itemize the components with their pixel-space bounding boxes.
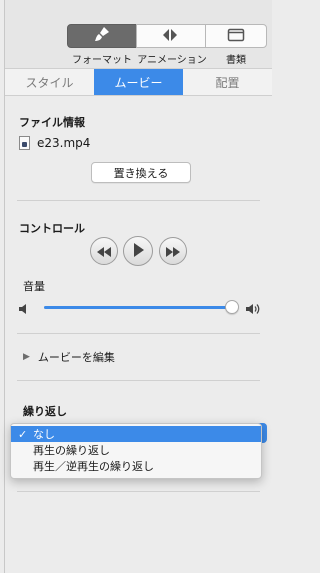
edit-movie-label: ムービーを編集 (37, 351, 115, 364)
paintbrush-icon (93, 26, 111, 46)
menu-item-back-and-forth[interactable]: 再生／逆再生の繰り返し (11, 458, 261, 474)
controls-title: コントロール (19, 222, 85, 235)
divider (17, 333, 260, 334)
document-button[interactable] (205, 24, 267, 48)
volume-slider-fill (44, 306, 233, 309)
menu-item-label: 再生／逆再生の繰り返し (33, 460, 154, 473)
format-label: フォーマット (72, 55, 132, 66)
replace-button[interactable]: 置き換える (91, 162, 191, 183)
document-icon (227, 27, 245, 46)
tab-movie[interactable]: ムービー (94, 69, 183, 95)
play-button[interactable] (123, 236, 153, 266)
fast-forward-button[interactable] (159, 237, 187, 265)
edit-movie-disclosure[interactable]: ▶ ムービーを編集 (23, 349, 115, 365)
play-icon (132, 242, 144, 261)
menu-item-label: 再生の繰り返し (33, 444, 110, 457)
rewind-icon (97, 242, 111, 261)
animation-label: アニメーション (137, 55, 207, 66)
divider (17, 491, 260, 492)
file-info-title: ファイル情報 (19, 116, 85, 129)
volume-label: 音量 (23, 280, 45, 293)
repeat-title: 繰り返し (23, 405, 67, 418)
menu-item-label: なし (33, 428, 55, 441)
rewind-button[interactable] (90, 237, 118, 265)
animation-button[interactable] (136, 24, 206, 48)
checkmark-icon: ✓ (18, 427, 28, 441)
document-label: 書類 (226, 55, 246, 66)
format-button[interactable] (67, 24, 137, 48)
volume-slider[interactable] (44, 306, 236, 309)
file-name: e23.mp4 (37, 136, 91, 150)
inspector-panel: フォーマット アニメーション 書類 スタイル ムービー 配置 ファイル情報 e2… (4, 0, 272, 573)
movie-file-icon (19, 136, 30, 150)
tab-bar: スタイル ムービー 配置 (5, 68, 272, 96)
fast-forward-icon (166, 242, 180, 261)
speaker-low-icon (18, 300, 30, 319)
menu-item-loop[interactable]: 再生の繰り返し (11, 442, 261, 458)
speaker-high-icon (245, 300, 261, 319)
diamond-icon (161, 27, 181, 46)
divider (17, 380, 260, 381)
menu-item-none[interactable]: ✓ なし (11, 426, 261, 442)
inspector-toolbar: フォーマット アニメーション 書類 (5, 0, 272, 68)
divider (17, 200, 260, 201)
tab-arrange[interactable]: 配置 (183, 69, 272, 95)
repeat-dropdown-menu: ✓ なし 再生の繰り返し 再生／逆再生の繰り返し (10, 423, 262, 479)
disclosure-triangle-icon: ▶ (23, 352, 30, 362)
tab-style[interactable]: スタイル (5, 69, 94, 95)
